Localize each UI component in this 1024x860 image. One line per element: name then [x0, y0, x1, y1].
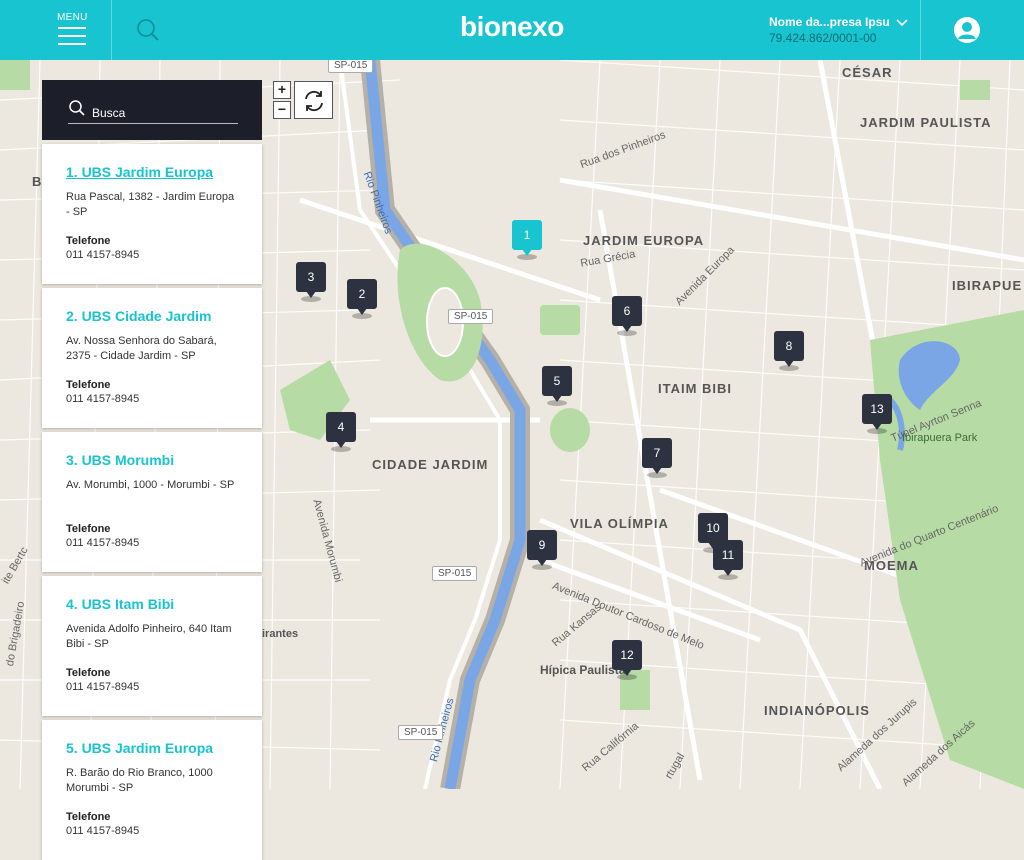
marker-number: 7 — [653, 446, 661, 460]
phone-number: 011 4157-8945 — [66, 825, 140, 837]
marker-number: 11 — [721, 548, 735, 562]
marker-number: 13 — [870, 402, 884, 416]
results-panel: 1. UBS Jardim Europa Rua Pascal, 1382 - … — [42, 80, 262, 860]
chevron-down-icon — [896, 19, 908, 27]
list-item-address: Rua Pascal, 1382 - Jardim Europa - SP — [66, 191, 235, 218]
map-marker[interactable]: 5 — [542, 366, 572, 406]
map-marker[interactable]: 8 — [774, 331, 804, 371]
map-marker[interactable]: 11 — [713, 540, 743, 580]
area-label: JARDIM EUROPA — [583, 233, 705, 248]
list-item-title[interactable]: 1. UBS Jardim Europa — [66, 164, 238, 180]
list-item-address: Av. Morumbi, 1000 - Morumbi - SP — [66, 479, 235, 491]
phone-number: 011 4157-8945 — [66, 249, 140, 261]
marker-number: 2 — [358, 287, 366, 301]
list-item-title[interactable]: 5. UBS Jardim Europa — [66, 740, 238, 756]
zoom-controls: + − — [273, 81, 291, 121]
list-item[interactable]: 5. UBS Jardim Europa R. Barão do Rio Bra… — [42, 720, 262, 860]
company-selector[interactable]: Nome da...presa Ipsu 79.424.862/0001-00 — [769, 15, 919, 45]
area-label: CIDADE JARDIM — [372, 457, 489, 472]
marker-number: 1 — [523, 228, 531, 242]
map-marker[interactable]: 9 — [527, 530, 557, 570]
map-marker[interactable]: 1 — [512, 220, 542, 260]
search-input[interactable] — [68, 102, 238, 124]
area-label: VILA OLÍMPIA — [570, 516, 669, 531]
area-label: INDIANÓPOLIS — [764, 703, 870, 718]
list-item-title[interactable]: 2. UBS Cidade Jardim — [66, 308, 238, 324]
list-item[interactable]: 4. UBS Itam Bibi Avenida Adolfo Pinheiro… — [42, 576, 262, 716]
map-marker[interactable]: 4 — [326, 412, 356, 452]
map-marker[interactable]: 12 — [612, 640, 642, 680]
map-marker[interactable]: 7 — [642, 438, 672, 478]
area-label: B — [32, 174, 43, 189]
list-item[interactable]: 2. UBS Cidade Jardim Av. Nossa Senhora d… — [42, 288, 262, 428]
list-item[interactable]: 3. UBS Morumbi Av. Morumbi, 1000 - Morum… — [42, 432, 262, 572]
hamburger-icon — [58, 25, 86, 45]
map-marker[interactable]: 2 — [347, 279, 377, 319]
marker-number: 12 — [620, 648, 634, 662]
company-cnpj: 79.424.862/0001-00 — [769, 31, 877, 45]
map-marker[interactable]: 10 — [698, 513, 728, 553]
area-label: irantes — [262, 628, 299, 640]
highway-shield: SP-015 — [398, 725, 444, 740]
list-item-title[interactable]: 3. UBS Morumbi — [66, 452, 238, 468]
user-menu[interactable] — [920, 0, 1024, 60]
phone-label: Telefone — [66, 379, 111, 391]
area-label: ITAIM BIBI — [658, 381, 733, 396]
search-area — [42, 80, 262, 140]
phone-number: 011 4157-8945 — [66, 537, 140, 549]
list-item-title[interactable]: 4. UBS Itam Bibi — [66, 596, 238, 612]
phone-label: Telefone — [66, 667, 111, 679]
list-item-address: R. Barão do Rio Branco, 1000 Morumbi - S… — [66, 767, 213, 794]
area-label: CÉSAR — [842, 65, 893, 80]
refresh-button[interactable] — [294, 81, 333, 119]
menu-label: MENU — [57, 12, 88, 23]
phone-number: 011 4157-8945 — [66, 393, 140, 405]
map-marker[interactable]: 13 — [862, 394, 892, 434]
marker-number: 4 — [337, 420, 345, 434]
marker-number: 8 — [785, 339, 793, 353]
list-item-address: Avenida Adolfo Pinheiro, 640 Itam Bibi -… — [66, 623, 232, 650]
area-label: IBIRAPUE — [952, 278, 1023, 293]
phone-label: Telefone — [66, 235, 111, 247]
marker-number: 5 — [553, 374, 561, 388]
marker-number: 6 — [623, 304, 631, 318]
marker-number: 9 — [538, 538, 546, 552]
highway-shield: SP-015 — [448, 309, 494, 324]
list-item-address: Av. Nossa Senhora do Sabará, 2375 - Cida… — [66, 335, 217, 362]
bionexo-logo[interactable]: bionexo — [460, 11, 564, 43]
menu-button[interactable]: MENU — [0, 0, 112, 60]
marker-number: 3 — [307, 270, 315, 284]
zoom-in-button[interactable]: + — [273, 81, 291, 99]
highway-shield: SP-015 — [432, 566, 478, 581]
top-bar: MENU bionexo Nome da...presa Ipsu 79.424… — [0, 0, 1024, 60]
list-item[interactable]: 1. UBS Jardim Europa Rua Pascal, 1382 - … — [42, 144, 262, 284]
area-label: JARDIM PAULISTA — [860, 115, 992, 130]
refresh-icon — [305, 90, 323, 112]
phone-label: Telefone — [66, 523, 111, 535]
map-marker[interactable]: 3 — [296, 262, 326, 302]
marker-number: 10 — [706, 521, 720, 535]
search-icon[interactable] — [134, 16, 162, 44]
user-avatar-icon — [954, 17, 980, 43]
phone-label: Telefone — [66, 811, 111, 823]
map-marker[interactable]: 6 — [612, 296, 642, 336]
highway-shield: SP-015 — [328, 60, 374, 73]
zoom-out-button[interactable]: − — [273, 101, 291, 119]
phone-number: 011 4157-8945 — [66, 681, 140, 693]
